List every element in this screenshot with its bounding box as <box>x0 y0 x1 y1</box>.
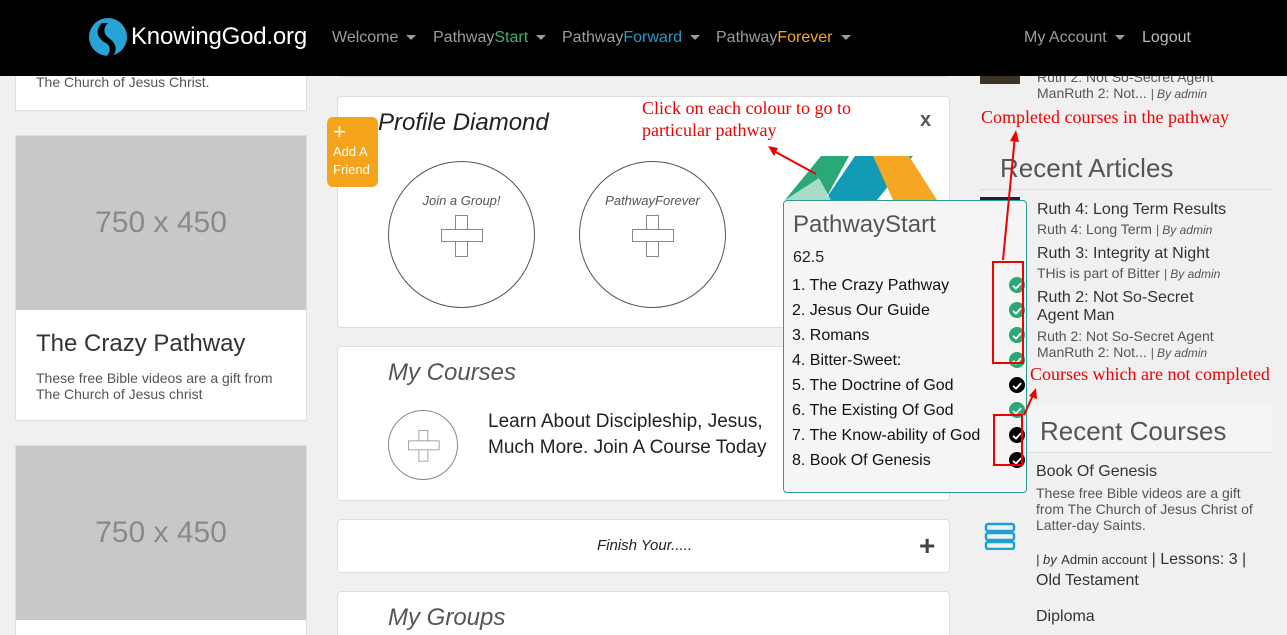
caret-down-icon <box>406 35 417 41</box>
plus-icon: + <box>333 119 346 144</box>
annotation-colour-hint: Click on each colour to go to particular… <box>642 98 851 140</box>
popup-title: PathwayStart <box>793 211 936 238</box>
knowinggod-logo-icon <box>89 18 127 57</box>
brand-logo[interactable]: KnowingGod.org <box>88 17 307 57</box>
annotation-box-not-completed <box>993 414 1023 466</box>
course-item[interactable]: 5. The Doctrine of God <box>792 373 1026 398</box>
pathway-forever-label: PathwayForever <box>605 193 700 208</box>
annotation-arrow <box>1023 388 1037 416</box>
annotation-box-completed <box>992 261 1024 364</box>
article-item[interactable]: Ruth 3: Integrity at Night THis is part … <box>1037 245 1272 281</box>
add-friend-button[interactable]: + Add A Friend <box>327 117 378 187</box>
pathway-start-popup: PathwayStart 62.5 1. The Crazy Pathway 2… <box>783 200 1027 493</box>
annotation-arrow <box>768 146 817 175</box>
left-card-crazy-pathway[interactable]: 750 x 450 The Crazy Pathway These free B… <box>15 135 307 421</box>
nav-logout[interactable]: Logout <box>1142 29 1191 47</box>
join-group-label: Join a Group! <box>422 193 501 208</box>
caret-down-icon <box>1114 35 1125 41</box>
nav-my-account[interactable]: My Account <box>1024 29 1125 47</box>
image-placeholder: 750 x 450 <box>16 136 306 310</box>
caret-down-icon <box>536 35 547 41</box>
course-item[interactable]: 8. Book Of Genesis <box>792 448 1026 473</box>
close-button[interactable]: x <box>920 109 931 132</box>
plus-icon <box>441 215 483 257</box>
course-item[interactable]: 7. The Know-ability of God <box>792 423 1026 448</box>
pathway-forever-circle[interactable]: PathwayForever <box>579 161 726 308</box>
expand-plus-icon[interactable]: + <box>919 530 935 562</box>
course-item[interactable]: 4. Bitter-Sweet: <box>792 348 1026 373</box>
article-item[interactable]: Ruth 4: Long Term Results Ruth 4: Long T… <box>1037 201 1272 237</box>
brand-name: KnowingGod.org <box>131 23 307 50</box>
course-item[interactable]: 2. Jesus Our Guide <box>792 298 1026 323</box>
caret-down-icon <box>840 35 851 41</box>
annotation-arrow <box>1002 130 1019 261</box>
course-item[interactable]: 3. Romans <box>792 323 1026 348</box>
panel-title: Profile Diamond <box>378 109 549 136</box>
panel-title: My Groups <box>388 604 506 631</box>
top-navbar: KnowingGod.org Welcome PathwayStart Path… <box>0 0 1287 76</box>
card-desc: The Church of Jesus Christ. <box>36 74 210 90</box>
left-card-second[interactable]: 750 x 450 <box>15 445 307 635</box>
article-item[interactable]: Ruth 2: Not So-Secret Agent Man Ruth 2: … <box>1037 289 1237 360</box>
caret-down-icon <box>690 35 701 41</box>
nav-pathway-start[interactable]: PathwayStart <box>433 29 547 47</box>
nav-pathway-forward[interactable]: PathwayForward <box>562 29 701 47</box>
course-item[interactable]: 6. The Existing Of God <box>792 398 1026 423</box>
course-item[interactable]: 1. The Crazy Pathway <box>792 273 1026 298</box>
nav-pathway-forever[interactable]: PathwayForever <box>716 29 851 47</box>
plus-icon <box>632 215 674 257</box>
card-title[interactable]: The Crazy Pathway <box>36 330 286 358</box>
join-group-circle[interactable]: Join a Group! <box>388 161 535 308</box>
nav-welcome[interactable]: Welcome <box>332 29 417 47</box>
add-course-circle[interactable] <box>388 410 458 480</box>
courses-prompt: Learn About Discipleship, Jesus, Much Mo… <box>488 411 767 458</box>
annotation-not-completed: Courses which are not completed <box>1030 364 1270 384</box>
plus-icon <box>408 430 440 462</box>
image-placeholder: 750 x 450 <box>16 446 306 620</box>
finish-label: Finish Your..... <box>596 537 693 554</box>
add-friend-label: Add A Friend <box>333 144 370 177</box>
course-list: 1. The Crazy Pathway 2. Jesus Our Guide … <box>792 273 1026 473</box>
card-desc: These free Bible videos are a gift from … <box>36 370 273 402</box>
my-groups-panel: My Groups <box>337 591 950 635</box>
finish-panel[interactable]: Finish Your..... + <box>337 519 950 573</box>
panel-title: My Courses <box>388 359 517 386</box>
